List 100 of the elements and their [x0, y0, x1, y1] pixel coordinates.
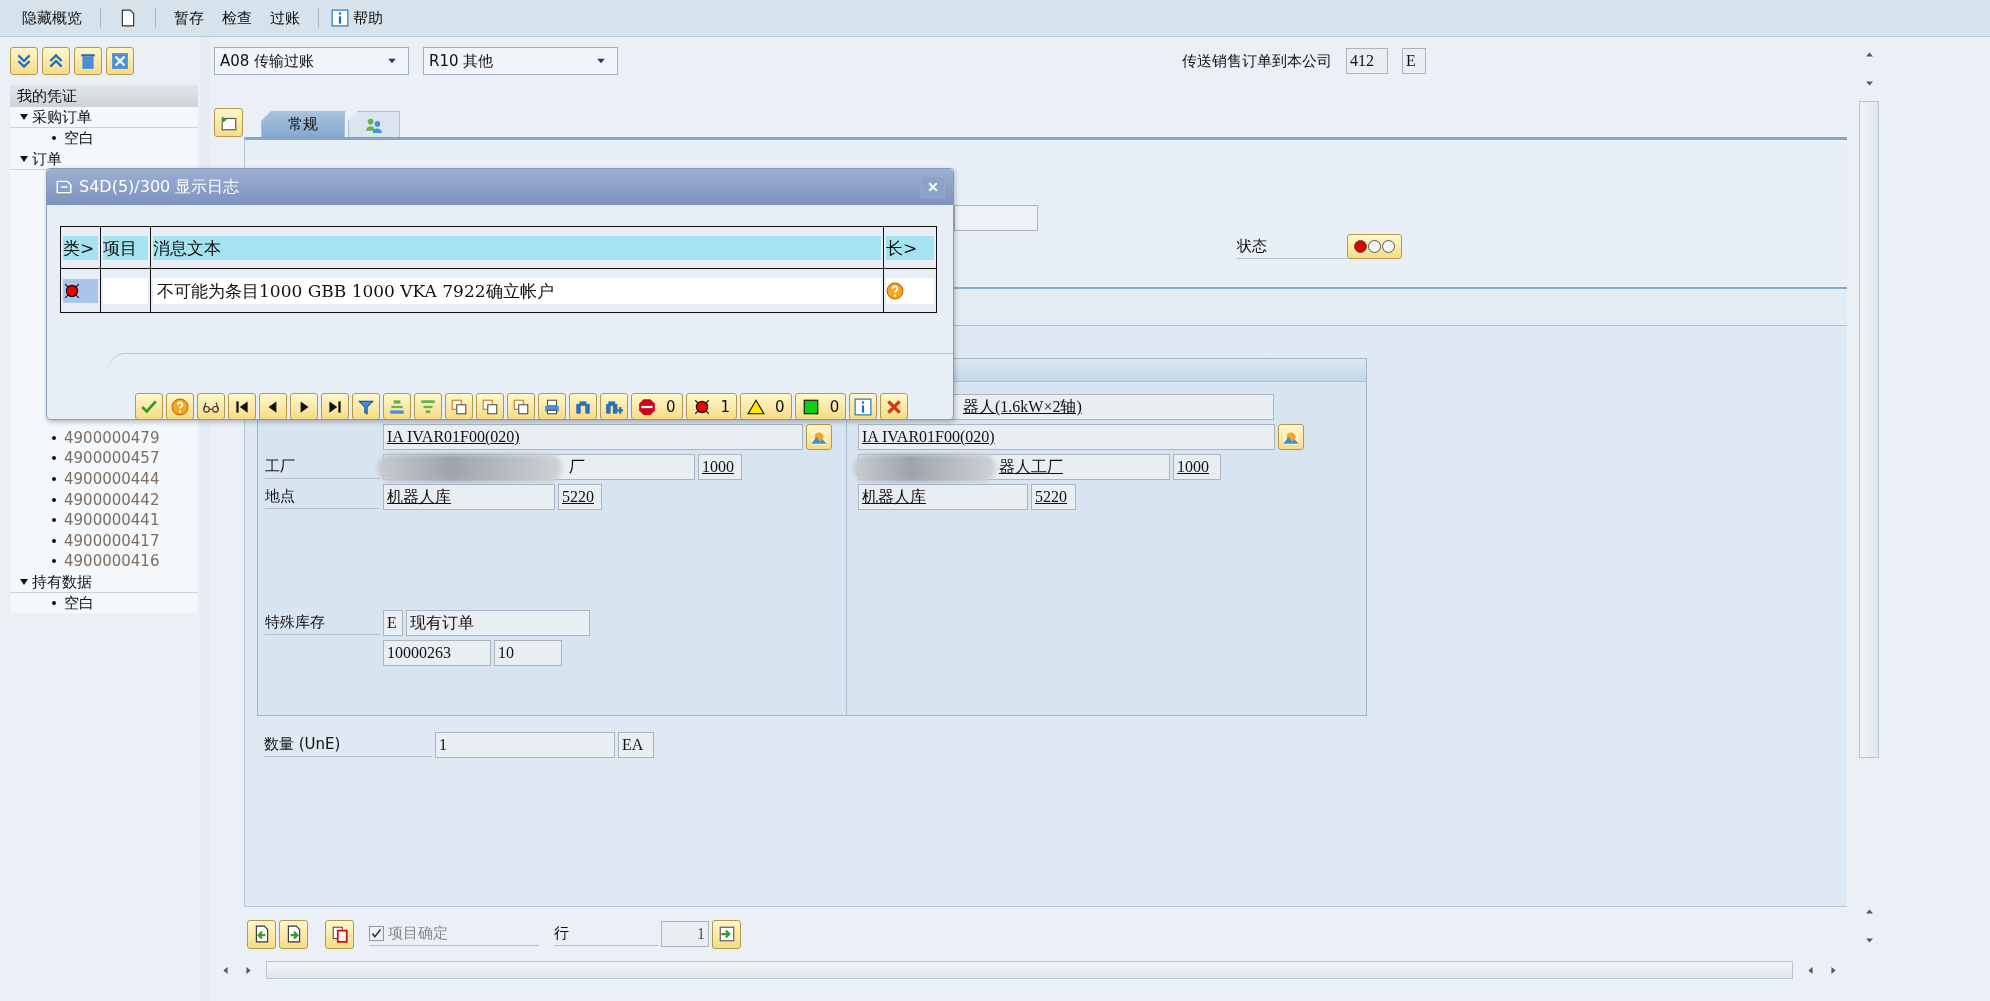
- details-button[interactable]: [197, 393, 225, 420]
- cancel-button[interactable]: [880, 393, 909, 420]
- column-header[interactable]: 消息文本: [153, 235, 881, 260]
- tree-item[interactable]: 4900000441: [64, 511, 160, 530]
- help-menu[interactable]: 帮助: [331, 8, 383, 28]
- vertical-scrollbar[interactable]: [1859, 101, 1879, 758]
- special-stock-field[interactable]: 现有订单: [406, 610, 590, 636]
- horizontal-scrollbar[interactable]: [266, 961, 1793, 979]
- previous-item-button[interactable]: [247, 919, 276, 949]
- transaction-dropdown[interactable]: A08 传输过账: [214, 47, 409, 75]
- material-field[interactable]: IA IVAR01F00(020): [858, 424, 1275, 450]
- close-button[interactable]: [106, 47, 134, 75]
- flag-field[interactable]: E: [1402, 48, 1426, 74]
- tree-item[interactable]: 4900000444: [64, 470, 160, 489]
- expand-triangle-icon[interactable]: [20, 114, 28, 120]
- code-field[interactable]: 412: [1346, 48, 1388, 74]
- column-header[interactable]: 项目: [103, 235, 148, 260]
- info-icon: [854, 397, 873, 416]
- collapse-all-button[interactable]: [42, 47, 70, 75]
- tree-item[interactable]: 4900000417: [64, 531, 160, 550]
- scroll-down-icon[interactable]: [1863, 935, 1875, 946]
- delete-button[interactable]: [74, 47, 102, 75]
- tree-item[interactable]: 4900000479: [64, 428, 160, 447]
- input-field[interactable]: [954, 205, 1038, 231]
- search-help-button[interactable]: [1278, 424, 1304, 450]
- next-button[interactable]: [290, 393, 318, 420]
- order-item-field[interactable]: 10: [494, 640, 562, 666]
- confirm-button[interactable]: [135, 393, 163, 420]
- scroll-right-icon[interactable]: [1828, 964, 1839, 976]
- location-field[interactable]: 5220: [1031, 484, 1076, 510]
- toolbar-action[interactable]: 过账: [270, 8, 300, 28]
- column-header[interactable]: 长>: [886, 235, 934, 260]
- copy-button[interactable]: [325, 919, 354, 949]
- scroll-left-icon[interactable]: [220, 964, 231, 976]
- help-icon: [171, 397, 189, 416]
- warning-icon: [747, 397, 766, 416]
- order-field[interactable]: 10000263: [383, 640, 491, 666]
- tree-item[interactable]: 4900000442: [64, 490, 160, 509]
- column-header[interactable]: 类>: [63, 235, 98, 260]
- next-item-button[interactable]: [279, 919, 308, 949]
- document-icon: [119, 8, 137, 28]
- landscape-icon: [1282, 428, 1300, 446]
- tree-folder[interactable]: 持有数据: [10, 571, 198, 593]
- location-name-field[interactable]: 机器人库: [383, 484, 555, 510]
- subtotal-button[interactable]: [414, 393, 442, 420]
- find-button[interactable]: [569, 393, 597, 420]
- tree-toggle-button[interactable]: [214, 108, 243, 137]
- expand-all-button[interactable]: [10, 47, 38, 75]
- go-to-line-button[interactable]: [712, 919, 741, 949]
- unit-field[interactable]: EA: [618, 732, 654, 758]
- previous-button[interactable]: [259, 393, 287, 420]
- scroll-left-icon[interactable]: [1805, 964, 1816, 976]
- tree-item[interactable]: 4900000457: [64, 449, 160, 468]
- layout-icon: [481, 397, 499, 416]
- layout-button[interactable]: [476, 393, 504, 420]
- message-count-button[interactable]: 0: [740, 393, 792, 420]
- scroll-up-icon[interactable]: [1863, 906, 1875, 917]
- line-field[interactable]: 1: [661, 921, 709, 947]
- layout-button[interactable]: [445, 393, 473, 420]
- help-icon[interactable]: [886, 281, 904, 300]
- reference-dropdown[interactable]: R10 其他: [423, 47, 618, 75]
- search-help-button[interactable]: [806, 424, 832, 450]
- toolbar-action[interactable]: 暂存: [174, 8, 204, 28]
- expand-triangle-icon[interactable]: [20, 578, 28, 585]
- layout-button[interactable]: [507, 393, 535, 420]
- scroll-right-icon[interactable]: [243, 964, 254, 976]
- toolbar-action[interactable]: 检查: [222, 8, 252, 28]
- expand-triangle-icon[interactable]: [20, 155, 28, 162]
- tab[interactable]: 常规: [261, 111, 345, 137]
- new-document-button[interactable]: [119, 8, 137, 28]
- plant-field[interactable]: 1000: [1173, 454, 1221, 480]
- tab[interactable]: [348, 111, 400, 137]
- tree-item[interactable]: 空白: [64, 128, 94, 148]
- quantity-field[interactable]: 1: [435, 732, 615, 758]
- sum-button[interactable]: [383, 393, 411, 420]
- message-count-button[interactable]: 0: [631, 393, 683, 420]
- cancel-icon: [885, 397, 904, 416]
- last-page-button[interactable]: [321, 393, 349, 420]
- location-field[interactable]: 5220: [558, 484, 602, 510]
- location-name-field[interactable]: 机器人库: [858, 484, 1028, 510]
- close-button[interactable]: [921, 176, 945, 198]
- filter-button[interactable]: [352, 393, 380, 420]
- message-text: 不可能为条目1000 GBB 1000 VKA 7922确立帐户: [153, 277, 881, 304]
- scroll-up-icon[interactable]: [1863, 49, 1875, 60]
- tree-item[interactable]: 空白: [64, 593, 94, 613]
- success-icon: [801, 397, 820, 416]
- plant-field[interactable]: 1000: [698, 454, 742, 480]
- message-count-button[interactable]: 0: [794, 393, 847, 420]
- message-count-button[interactable]: 1: [685, 393, 738, 420]
- info-button[interactable]: [849, 393, 878, 420]
- first-page-button[interactable]: [228, 393, 256, 420]
- special-stock-code-field[interactable]: E: [383, 610, 403, 636]
- scroll-down-icon[interactable]: [1863, 78, 1875, 89]
- print-button[interactable]: [538, 393, 566, 420]
- material-field[interactable]: IA IVAR01F00(020): [383, 424, 803, 450]
- find-next-button[interactable]: [600, 393, 628, 420]
- tree-folder[interactable]: 采购订单: [10, 107, 198, 128]
- hide-overview-button[interactable]: 隐藏概览: [22, 8, 82, 28]
- tree-item[interactable]: 4900000416: [64, 552, 160, 571]
- message-type-cell[interactable]: [63, 278, 98, 303]
